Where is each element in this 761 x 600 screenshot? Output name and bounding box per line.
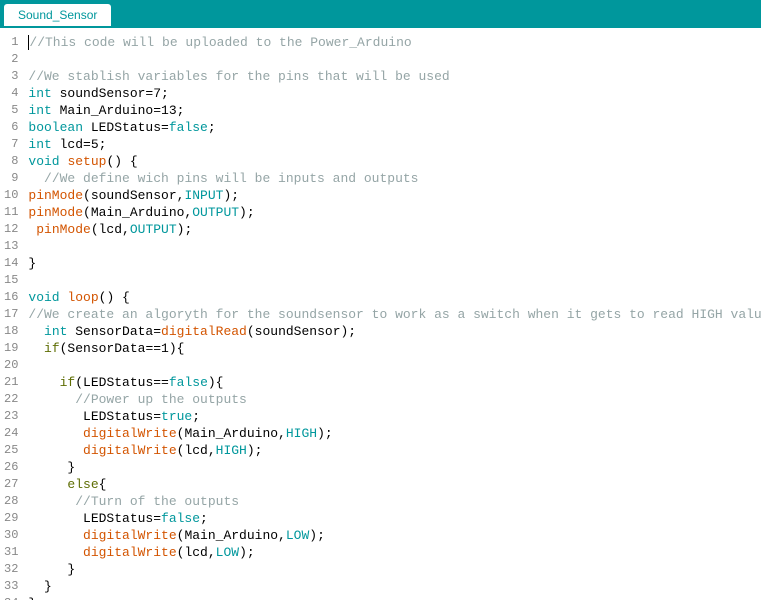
tab-bar: Sound_Sensor bbox=[0, 0, 761, 28]
tab-sound-sensor[interactable]: Sound_Sensor bbox=[4, 4, 111, 26]
code-area[interactable]: //This code will be uploaded to the Powe… bbox=[24, 28, 761, 600]
code-editor[interactable]: 1 2 3 4 5 6 7 8 9 10 11 12 13 14 15 16 1… bbox=[0, 28, 761, 600]
line-gutter: 1 2 3 4 5 6 7 8 9 10 11 12 13 14 15 16 1… bbox=[0, 28, 24, 600]
